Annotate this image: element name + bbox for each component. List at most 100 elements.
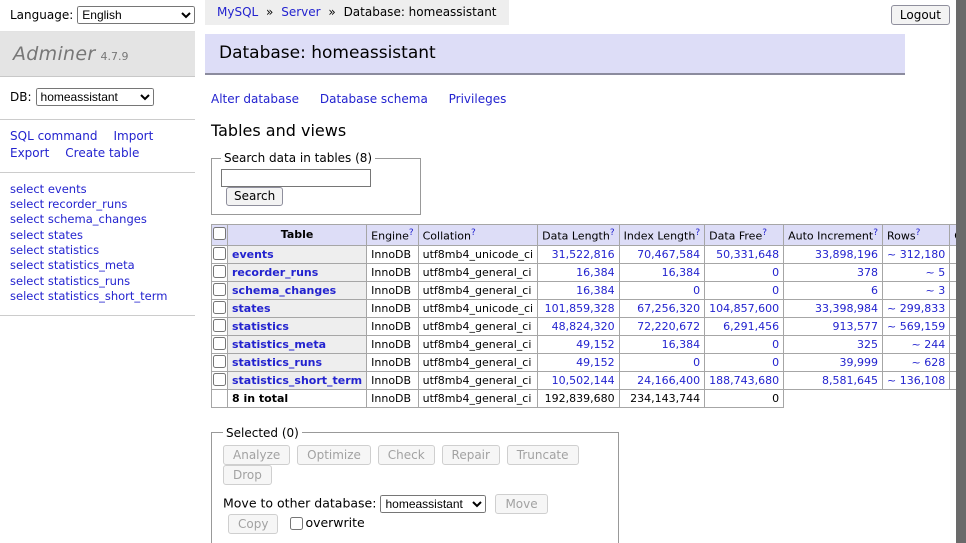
row-select-checkbox[interactable] xyxy=(213,247,226,260)
data-free-link[interactable]: 0 xyxy=(772,356,779,369)
rows-count-link[interactable]: ~ 3 xyxy=(925,284,945,297)
select-table-link[interactable]: select states xyxy=(10,228,185,243)
breadcrumb-server-link[interactable]: Server xyxy=(281,5,320,19)
row-select-checkbox[interactable] xyxy=(213,301,226,314)
data-length-link[interactable]: 16,384 xyxy=(576,284,615,297)
auto-increment-link[interactable]: 6 xyxy=(871,284,878,297)
row-select-checkbox[interactable] xyxy=(213,373,226,386)
sql-command-link[interactable]: SQL command xyxy=(10,129,97,143)
data-free-link[interactable]: 50,331,648 xyxy=(716,248,779,261)
data-free-link[interactable]: 0 xyxy=(772,338,779,351)
data-free-link[interactable]: 188,743,680 xyxy=(709,374,779,387)
select-table-link[interactable]: select statistics_meta xyxy=(10,258,185,273)
auto-increment-link[interactable]: 325 xyxy=(857,338,878,351)
auto-increment-cell: 33,898,196 xyxy=(784,245,883,263)
help-icon[interactable]: ? xyxy=(916,228,921,238)
db-select[interactable]: homeassistant xyxy=(36,88,154,106)
table-name-link[interactable]: states xyxy=(232,302,271,315)
select-table-link[interactable]: select recorder_runs xyxy=(10,197,185,212)
column-header-data-free: Data Free? xyxy=(705,225,784,246)
search-input[interactable] xyxy=(221,169,371,187)
row-select-checkbox[interactable] xyxy=(213,265,226,278)
table-name-cell: events xyxy=(228,245,367,263)
data-length-link[interactable]: 31,522,816 xyxy=(552,248,615,261)
select-table-link[interactable]: select statistics xyxy=(10,243,185,258)
overwrite-checkbox[interactable] xyxy=(290,517,303,530)
table-name-link[interactable]: statistics_meta xyxy=(232,338,326,351)
table-name-link[interactable]: statistics_short_term xyxy=(232,374,362,387)
search-button[interactable]: Search xyxy=(226,187,283,206)
table-name-link[interactable]: statistics xyxy=(232,320,289,333)
auto-increment-link[interactable]: 913,577 xyxy=(833,320,879,333)
create-table-link[interactable]: Create table xyxy=(65,146,139,160)
row-select-checkbox[interactable] xyxy=(213,283,226,296)
index-length-link[interactable]: 16,384 xyxy=(662,266,701,279)
table-name-link[interactable]: statistics_runs xyxy=(232,356,322,369)
auto-increment-link[interactable]: 378 xyxy=(857,266,878,279)
data-free-link[interactable]: 104,857,600 xyxy=(709,302,779,315)
help-icon[interactable]: ? xyxy=(695,228,700,238)
data-free-link[interactable]: 0 xyxy=(772,266,779,279)
auto-increment-link[interactable]: 33,398,984 xyxy=(815,302,878,315)
index-length-cell: 24,166,400 xyxy=(619,371,705,389)
index-length-link[interactable]: 70,467,584 xyxy=(637,248,700,261)
auto-increment-link[interactable]: 39,999 xyxy=(840,356,879,369)
index-length-cell: 70,467,584 xyxy=(619,245,705,263)
data-length-link[interactable]: 101,859,328 xyxy=(545,302,615,315)
table-name-link[interactable]: recorder_runs xyxy=(232,266,318,279)
data-length-link[interactable]: 16,384 xyxy=(576,266,615,279)
logout-button[interactable]: Logout xyxy=(891,5,950,25)
index-length-link[interactable]: 72,220,672 xyxy=(637,320,700,333)
help-icon[interactable]: ? xyxy=(762,228,767,238)
data-length-link[interactable]: 48,824,320 xyxy=(552,320,615,333)
select-table-link[interactable]: select statistics_short_term xyxy=(10,289,185,304)
rows-cell: ~ 299,833 xyxy=(883,299,950,317)
data-length-link[interactable]: 49,152 xyxy=(576,338,615,351)
privileges-link[interactable]: Privileges xyxy=(449,92,507,106)
index-length-link[interactable]: 0 xyxy=(693,284,700,297)
row-select-checkbox[interactable] xyxy=(213,337,226,350)
index-length-link[interactable]: 24,166,400 xyxy=(637,374,700,387)
rows-count-link[interactable]: ~ 628 xyxy=(911,356,945,369)
data-free-link[interactable]: 6,291,456 xyxy=(723,320,779,333)
help-icon[interactable]: ? xyxy=(610,228,615,238)
rows-count-link[interactable]: ~ 569,159 xyxy=(887,320,945,333)
data-free-cell: 188,743,680 xyxy=(705,371,784,389)
database-schema-link[interactable]: Database schema xyxy=(320,92,428,106)
auto-increment-link[interactable]: 33,898,196 xyxy=(815,248,878,261)
table-name-link[interactable]: schema_changes xyxy=(232,284,336,297)
language-select[interactable]: English xyxy=(77,6,195,24)
select-all-checkbox[interactable] xyxy=(213,227,226,240)
rows-count-link[interactable]: ~ 299,833 xyxy=(887,302,945,315)
breadcrumb-mysql-link[interactable]: MySQL xyxy=(217,5,258,19)
rows-count-link[interactable]: ~ 136,108 xyxy=(887,374,945,387)
help-icon[interactable]: ? xyxy=(409,228,414,238)
data-length-link[interactable]: 49,152 xyxy=(576,356,615,369)
index-length-link[interactable]: 0 xyxy=(693,356,700,369)
select-table-link[interactable]: select statistics_runs xyxy=(10,274,185,289)
import-link[interactable]: Import xyxy=(113,129,153,143)
tables-and-views-heading: Tables and views xyxy=(211,121,905,140)
row-select-checkbox[interactable] xyxy=(213,355,226,368)
rows-count-link[interactable]: ~ 312,180 xyxy=(887,248,945,261)
rows-count-link[interactable]: ~ 5 xyxy=(925,266,945,279)
data-length-link[interactable]: 10,502,144 xyxy=(552,374,615,387)
export-link[interactable]: Export xyxy=(10,146,49,160)
collation-cell: utf8mb4_general_ci xyxy=(418,353,537,371)
row-select-checkbox[interactable] xyxy=(213,319,226,332)
alter-database-link[interactable]: Alter database xyxy=(211,92,299,106)
auto-increment-link[interactable]: 8,581,645 xyxy=(822,374,878,387)
table-row: statistics_short_termInnoDButf8mb4_gener… xyxy=(212,371,966,389)
table-name-link[interactable]: events xyxy=(232,248,274,261)
truncate-button: Truncate xyxy=(507,445,579,465)
vertical-scrollbar[interactable] xyxy=(956,0,966,543)
help-icon[interactable]: ? xyxy=(471,228,476,238)
help-icon[interactable]: ? xyxy=(873,228,878,238)
rows-count-link[interactable]: ~ 244 xyxy=(911,338,945,351)
select-table-link[interactable]: select schema_changes xyxy=(10,212,185,227)
index-length-link[interactable]: 67,256,320 xyxy=(637,302,700,315)
move-database-select[interactable]: homeassistant xyxy=(380,495,486,513)
index-length-link[interactable]: 16,384 xyxy=(662,338,701,351)
data-free-link[interactable]: 0 xyxy=(772,284,779,297)
select-table-link[interactable]: select events xyxy=(10,182,185,197)
